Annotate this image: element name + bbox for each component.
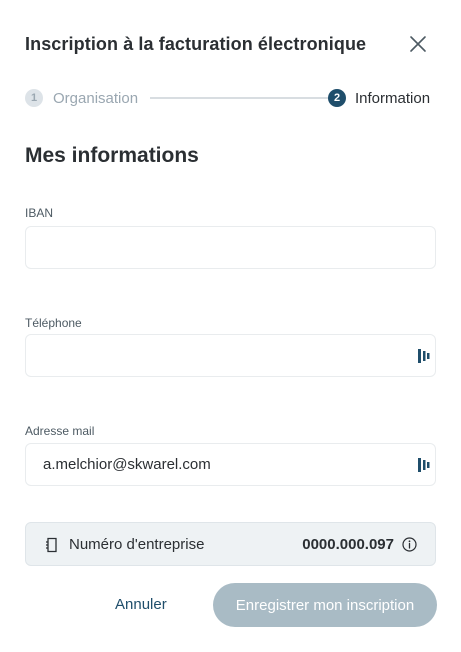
autofill-icon[interactable]	[418, 457, 430, 473]
telephone-label: Téléphone	[25, 316, 82, 330]
telephone-field[interactable]	[25, 334, 436, 377]
section-title: Mes informations	[25, 144, 199, 167]
cancel-button[interactable]: Annuler	[115, 596, 167, 613]
stepper: 1 Organisation 2 Information	[25, 88, 439, 108]
registration-dialog: Inscription à la facturation électroniqu…	[0, 0, 461, 652]
email-label: Adresse mail	[25, 424, 95, 438]
close-icon[interactable]	[407, 33, 429, 55]
submit-button[interactable]: Enregistrer mon inscription	[213, 583, 437, 627]
autofill-icon[interactable]	[418, 348, 430, 364]
dialog-header: Inscription à la facturation électroniqu…	[25, 32, 437, 56]
email-field[interactable]	[25, 443, 436, 486]
iban-field[interactable]	[25, 226, 436, 269]
step-number: 2	[328, 89, 346, 107]
iban-label: IBAN	[25, 206, 54, 220]
iban-input[interactable]	[43, 227, 403, 268]
info-icon[interactable]	[402, 537, 417, 552]
document-icon	[46, 537, 57, 553]
step-connector	[150, 97, 343, 99]
email-input[interactable]	[43, 444, 403, 485]
company-number-value: 0000.000.097	[302, 536, 394, 553]
step-label: Information	[355, 89, 431, 107]
telephone-input[interactable]	[43, 335, 403, 376]
step-label: Organisation	[53, 89, 139, 107]
company-number-box: Numéro d'entreprise 0000.000.097	[25, 522, 436, 566]
step-organisation[interactable]: 1 Organisation	[25, 88, 138, 108]
company-number-label: Numéro d'entreprise	[69, 536, 205, 553]
dialog-title: Inscription à la facturation électroniqu…	[25, 34, 367, 54]
step-number: 1	[25, 89, 43, 107]
step-information: 2 Information	[328, 88, 430, 108]
